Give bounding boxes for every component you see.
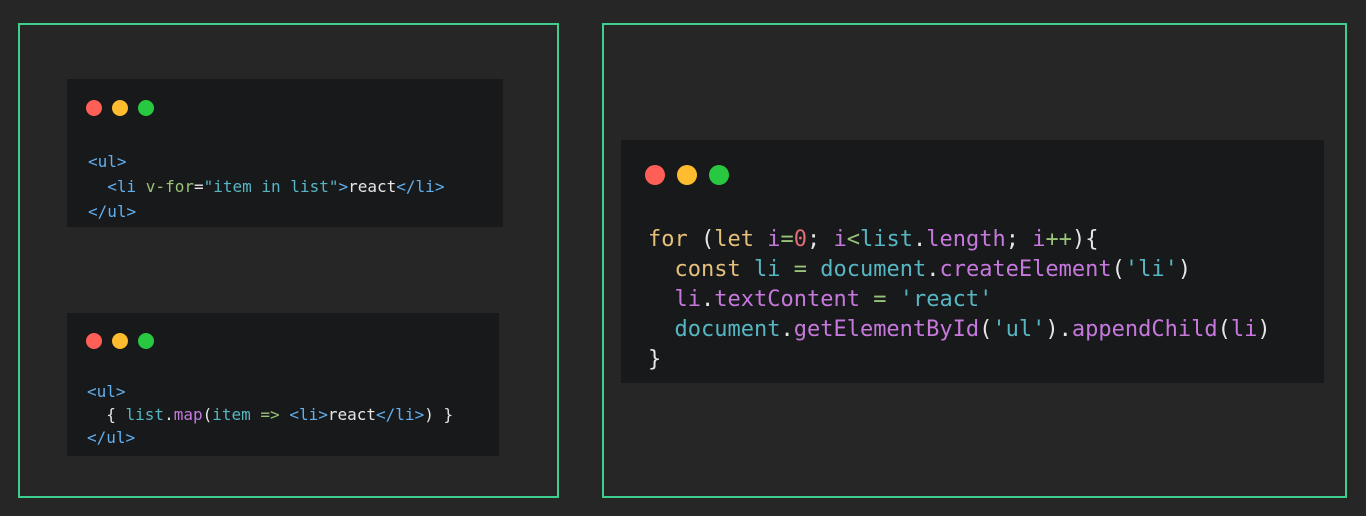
minimize-dot — [677, 165, 697, 185]
jsx-code-window: <ul> { list.map(item => <li>react</li>) … — [67, 313, 499, 456]
code-token: . — [701, 287, 715, 312]
code-token: = — [193, 177, 204, 196]
code-token: ( — [1217, 317, 1231, 342]
code-token: map — [173, 405, 203, 424]
code-token: { — [106, 405, 116, 424]
code-token: <ul> — [88, 152, 127, 171]
code-token: </li> — [396, 177, 445, 196]
code-token: . — [164, 405, 174, 424]
code-token: . — [912, 227, 927, 252]
code-token: ( — [687, 227, 715, 252]
code-token: => — [260, 405, 280, 424]
close-dot — [86, 333, 102, 349]
code-token: < — [846, 227, 860, 252]
code-token: react — [327, 405, 377, 424]
code-token: <ul> — [87, 382, 126, 401]
code-token: li — [674, 287, 702, 312]
dom-code-block: for (let i=0; i<list.length; i++){ const… — [648, 225, 1271, 375]
minimize-dot — [112, 333, 128, 349]
code-token: ; — [807, 227, 834, 252]
code-token: const — [674, 257, 741, 282]
code-token: ). — [1045, 317, 1072, 342]
window-controls — [86, 100, 154, 116]
window-controls — [86, 333, 154, 349]
code-token: = — [780, 227, 794, 252]
jsx-code-block: <ul> { list.map(item => <li>react</li>) … — [87, 380, 453, 449]
code-token: 0 — [793, 227, 807, 252]
code-token: length — [926, 227, 1006, 252]
code-token: textContent — [714, 287, 860, 312]
window-controls — [645, 165, 729, 185]
code-token: ( — [979, 317, 993, 342]
code-token: createElement — [939, 257, 1112, 282]
code-token: </ul> — [88, 202, 137, 221]
vue-code-block: <ul> <li v-for="item in list">react</li>… — [88, 149, 444, 224]
code-token: ) — [1257, 317, 1271, 342]
code-token: ++ — [1045, 227, 1072, 252]
code-token: ) } — [424, 405, 454, 424]
maximize-dot — [138, 333, 154, 349]
code-token: react — [348, 177, 397, 196]
code-token: 'li' — [1124, 257, 1178, 282]
code-token: } — [648, 347, 662, 372]
minimize-dot — [112, 100, 128, 116]
code-token: document — [674, 317, 781, 342]
code-token: getElementById — [793, 317, 980, 342]
code-token: = — [873, 287, 887, 312]
code-token: ( — [202, 405, 213, 424]
code-token: <li> — [289, 405, 328, 424]
close-dot — [86, 100, 102, 116]
code-token: list — [125, 405, 165, 424]
code-token: document — [820, 257, 927, 282]
code-token: ; — [1005, 227, 1033, 252]
close-dot — [645, 165, 665, 185]
code-token: i — [767, 227, 781, 252]
dom-code-window: for (let i=0; i<list.length; i++){ const… — [621, 140, 1324, 383]
code-token: ( — [1111, 257, 1125, 282]
maximize-dot — [138, 100, 154, 116]
code-token: . — [780, 317, 794, 342]
code-token: = — [793, 257, 807, 282]
code-token: li — [1230, 317, 1258, 342]
code-token: . — [926, 257, 940, 282]
vue-code-window: <ul> <li v-for="item in list">react</li>… — [67, 79, 503, 227]
code-token: appendChild — [1071, 317, 1218, 342]
code-token: item — [212, 405, 251, 424]
code-token: i — [1032, 227, 1046, 252]
code-token: i — [833, 227, 847, 252]
code-token: </ul> — [87, 428, 136, 447]
code-token: > — [338, 177, 349, 196]
code-token: 'react' — [899, 287, 993, 312]
code-token: v-for — [145, 177, 194, 196]
code-token: let — [714, 227, 754, 252]
code-token: ) — [1177, 257, 1192, 282]
code-token: "item in list" — [203, 177, 339, 196]
code-token: for — [648, 227, 688, 252]
code-token: list — [860, 227, 913, 252]
maximize-dot — [709, 165, 729, 185]
code-token: </li> — [376, 405, 425, 424]
code-token: ){ — [1071, 227, 1099, 252]
code-token: <li — [107, 177, 146, 196]
code-token: li — [753, 257, 781, 282]
code-token: 'ul' — [992, 317, 1046, 342]
